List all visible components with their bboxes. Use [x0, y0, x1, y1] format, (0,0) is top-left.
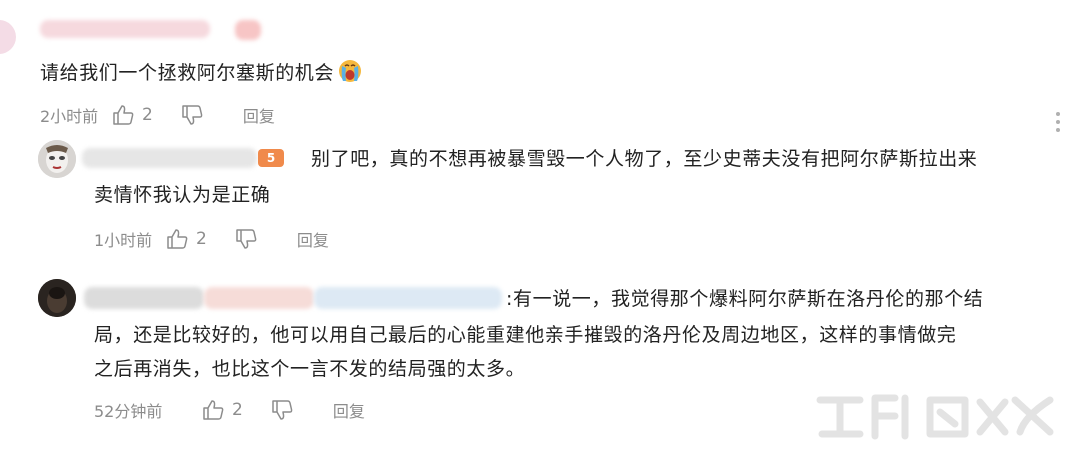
- timestamp: 1小时前: [94, 231, 153, 250]
- avatar[interactable]: [0, 20, 16, 54]
- comment-meta: 1小时前 2 回复: [94, 228, 329, 250]
- comment-text: 卖情怀我认为是正确: [94, 184, 271, 206]
- username-blurred: [314, 287, 502, 309]
- level-badge-text: 5: [266, 151, 276, 165]
- reply-button[interactable]: 回复: [243, 103, 275, 127]
- username-blurred: [40, 20, 210, 38]
- avatar[interactable]: [38, 279, 76, 317]
- username-blurred: [204, 287, 314, 309]
- dot-icon: [1056, 112, 1060, 116]
- dislike-button[interactable]: [271, 400, 293, 420]
- reply-button[interactable]: 回复: [297, 227, 329, 251]
- like-button[interactable]: 2: [202, 400, 243, 420]
- thumbs-down-icon: [235, 229, 257, 249]
- comment-text: 请给我们一个拯救阿尔塞斯的机会: [40, 56, 363, 90]
- thumbs-up-icon: [166, 229, 188, 249]
- reply-button[interactable]: 回复: [333, 398, 365, 422]
- thumbs-down-icon: [271, 400, 293, 420]
- thumbs-up-icon: [202, 400, 224, 420]
- timestamp: 2小时前: [40, 107, 99, 126]
- avatar[interactable]: [38, 140, 76, 178]
- comment-meta: 52分钟前 2 回复: [94, 399, 365, 421]
- comment-meta: 2小时前 2 回复: [40, 104, 275, 126]
- like-count: 2: [232, 400, 243, 420]
- comment-text: 局，还是比较好的，他可以用自己最后的心能重建他亲手摧毁的洛丹伦及周边地区，这样的…: [94, 324, 957, 346]
- crying-face-icon: [337, 57, 363, 83]
- like-button[interactable]: 2: [112, 105, 153, 125]
- more-options-button[interactable]: [1056, 112, 1062, 132]
- watermark-logo: [810, 386, 1060, 446]
- username-blurred: [235, 20, 261, 40]
- dot-icon: [1056, 120, 1060, 124]
- dot-icon: [1056, 128, 1060, 132]
- comment-text: 之后再消失，也比这个一言不发的结局强的太多。: [94, 358, 526, 380]
- like-count: 2: [142, 105, 153, 125]
- thumbs-down-icon: [181, 105, 203, 125]
- like-button[interactable]: 2: [166, 229, 207, 249]
- username-blurred: [84, 287, 204, 309]
- comment-text: 别了吧，真的不想再被暴雪毁一个人物了，至少史蒂夫没有把阿尔萨斯拉出来: [311, 148, 978, 170]
- like-count: 2: [196, 229, 207, 249]
- dislike-button[interactable]: [235, 229, 257, 249]
- timestamp: 52分钟前: [94, 402, 163, 421]
- dislike-button[interactable]: [181, 105, 203, 125]
- username-blurred: [82, 148, 257, 168]
- comment-text: :有一说一，我觉得那个爆料阿尔萨斯在洛丹伦的那个结: [506, 288, 984, 310]
- thumbs-up-icon: [112, 105, 134, 125]
- level-badge: 5: [258, 149, 284, 167]
